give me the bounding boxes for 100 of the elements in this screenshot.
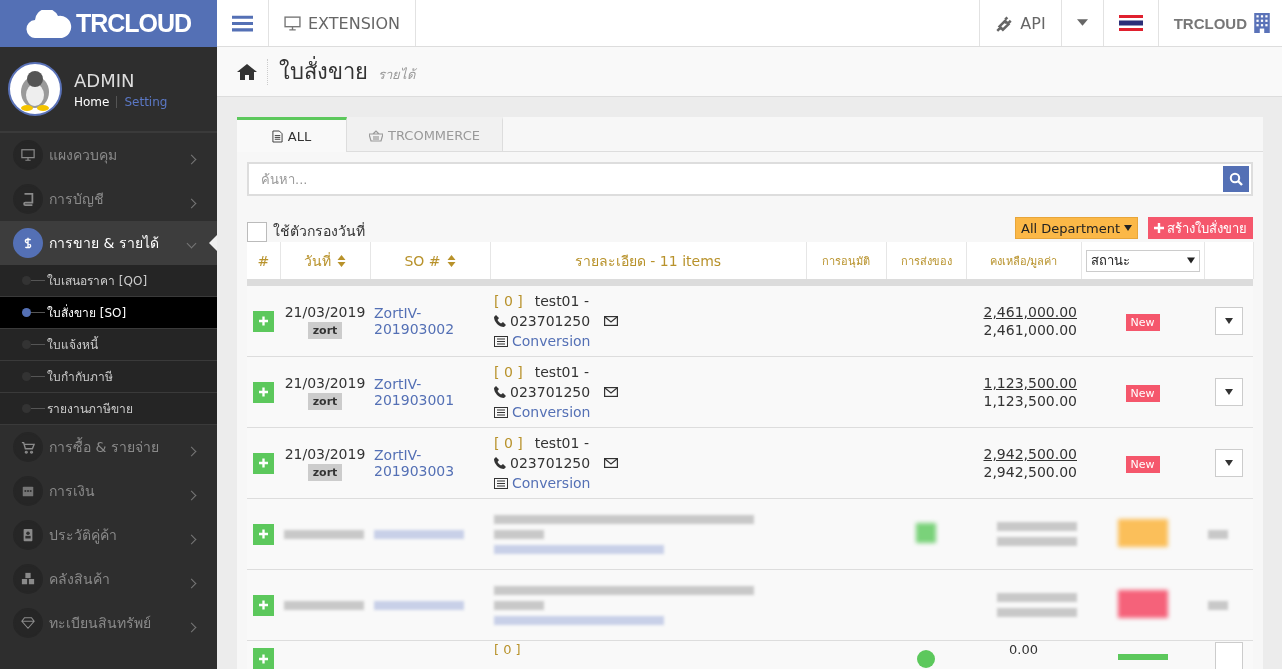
conversion-link[interactable]: Conversion bbox=[512, 404, 591, 420]
conversion-link[interactable]: Conversion bbox=[512, 475, 591, 491]
column-header: รายละเอียด - 11 items bbox=[574, 251, 722, 271]
sidebar-item[interactable]: การซื้อ & รายจ่าย bbox=[0, 425, 217, 469]
total-amount: 2,461,000.00 bbox=[982, 321, 1077, 339]
create-button[interactable]: สร้างใบสั่งขาย bbox=[1148, 217, 1253, 239]
mail-icon[interactable] bbox=[604, 316, 619, 326]
redacted-mark bbox=[1208, 529, 1228, 539]
expand-button[interactable] bbox=[253, 381, 274, 403]
home-icon[interactable] bbox=[237, 63, 257, 80]
conversion-link[interactable]: Conversion bbox=[512, 333, 591, 349]
customer-text: test01 - bbox=[534, 435, 589, 451]
building-icon bbox=[1254, 13, 1270, 33]
phone-text: 023701250 bbox=[510, 313, 591, 329]
code-text: [ 0 ] bbox=[494, 364, 523, 380]
expand-button[interactable] bbox=[253, 310, 274, 332]
flag-icon bbox=[1118, 15, 1143, 31]
column-header: การอนุมัติ bbox=[822, 253, 870, 270]
code-text: [ 0 ] bbox=[494, 642, 521, 657]
sidebar-item[interactable]: ประวัติคู่ค้า bbox=[0, 513, 217, 557]
extension-button[interactable]: EXTENSION bbox=[269, 0, 417, 46]
tag-label: zort bbox=[307, 463, 343, 481]
plus-icon bbox=[259, 529, 268, 539]
status-badge: New bbox=[1125, 456, 1160, 473]
order-link[interactable]: ZortIV-201903001 bbox=[374, 376, 474, 408]
sidebar-item[interactable]: การบัญชี bbox=[0, 177, 217, 221]
mail-icon[interactable] bbox=[604, 458, 619, 468]
monitor-icon bbox=[284, 15, 301, 31]
balance-amount: 1,123,500.00 bbox=[982, 374, 1077, 392]
sidebar-item[interactable]: การขาย & รายได้ bbox=[0, 221, 217, 265]
user-name: ADMIN bbox=[74, 69, 136, 91]
list-icon bbox=[494, 477, 508, 489]
api-button[interactable]: API bbox=[979, 0, 1061, 46]
redacted-text bbox=[494, 600, 544, 610]
order-link[interactable]: ZortIV-201903002 bbox=[374, 305, 474, 337]
status-filter[interactable]: สถานะ bbox=[1085, 249, 1200, 272]
sort-icon[interactable] bbox=[446, 254, 456, 267]
account-button[interactable]: TRCLOUD bbox=[1157, 0, 1282, 46]
cloud-icon bbox=[25, 9, 72, 38]
sidebar-item[interactable]: การเงิน bbox=[0, 469, 217, 513]
action-dropdown[interactable] bbox=[1214, 307, 1243, 335]
plus-icon bbox=[1154, 223, 1164, 233]
submenu-item[interactable]: รายงานภาษีขาย bbox=[0, 393, 217, 425]
tag-label: zort bbox=[307, 392, 343, 410]
sidebar-item[interactable]: ทะเบียนสินทรัพย์ bbox=[0, 601, 217, 645]
phone-text: 023701250 bbox=[510, 455, 591, 471]
plus-icon bbox=[259, 653, 268, 664]
code-text: [ 0 ] bbox=[494, 435, 523, 451]
column-header[interactable]: SO # bbox=[404, 252, 456, 269]
checkbox-label: ใช้ตัวกรองวันที่ bbox=[273, 221, 365, 241]
department-dropdown[interactable]: All Department bbox=[1015, 217, 1138, 239]
order-link[interactable]: ZortIV-201903003 bbox=[374, 447, 474, 479]
mail-icon[interactable] bbox=[604, 387, 619, 397]
submenu-item[interactable]: ใบแจ้งหนี้ bbox=[0, 329, 217, 361]
tab[interactable]: ALL bbox=[237, 117, 347, 152]
avatar-icon bbox=[8, 62, 62, 116]
brand-logo[interactable]: TRCLOUD bbox=[0, 0, 217, 47]
action-dropdown[interactable] bbox=[1214, 449, 1243, 477]
sidebar-item[interactable]: คลังสินค้า bbox=[0, 557, 217, 601]
caret-icon bbox=[1186, 257, 1195, 264]
plus-icon bbox=[259, 316, 268, 326]
cubes-icon bbox=[13, 564, 43, 594]
redacted-mark bbox=[1208, 600, 1228, 610]
expand-button[interactable] bbox=[253, 648, 274, 669]
date-text: 21/03/2019 bbox=[284, 374, 366, 391]
expand-button[interactable] bbox=[253, 594, 274, 616]
phone-icon bbox=[494, 315, 506, 327]
tab[interactable]: TRCOMMERCE bbox=[347, 117, 503, 151]
column-header: การส่งของ bbox=[900, 253, 952, 270]
page-title: ใบสั่งขาย bbox=[279, 54, 368, 89]
checkbox[interactable] bbox=[247, 222, 267, 242]
menu-icon bbox=[232, 14, 253, 32]
column-header: คงเหลือ/มูลค่า bbox=[989, 253, 1058, 270]
sidebar-item[interactable]: แผงควบคุม bbox=[0, 133, 217, 177]
status-badge bbox=[1117, 654, 1168, 660]
plus-icon bbox=[259, 387, 268, 397]
code-text: [ 0 ] bbox=[494, 293, 523, 309]
plug-icon bbox=[995, 14, 1014, 32]
home-link[interactable]: Home bbox=[74, 94, 110, 109]
balance-amount: 2,942,500.00 bbox=[982, 445, 1077, 463]
submenu-item[interactable]: ใบสั่งขาย [SO] bbox=[0, 297, 217, 329]
plus-icon bbox=[259, 600, 268, 610]
caret-icon bbox=[1224, 318, 1233, 324]
cart-icon bbox=[13, 432, 43, 462]
search-button[interactable] bbox=[1223, 166, 1249, 192]
customer-text: test01 - bbox=[534, 364, 589, 380]
submenu-item[interactable]: ใบกำกับภาษี bbox=[0, 361, 217, 393]
contact-icon bbox=[13, 520, 43, 550]
sort-icon[interactable] bbox=[337, 254, 346, 267]
monitor-icon bbox=[13, 140, 43, 170]
submenu-item[interactable]: ใบเสนอราคา [QO] bbox=[0, 265, 217, 297]
expand-button[interactable] bbox=[253, 452, 274, 474]
setting-link[interactable]: Setting bbox=[124, 94, 168, 109]
expand-button[interactable] bbox=[253, 523, 274, 545]
page-subtitle: รายได้ bbox=[378, 66, 415, 84]
action-dropdown[interactable] bbox=[1214, 378, 1243, 406]
search-field[interactable]: ค้นหา... bbox=[247, 162, 1253, 196]
status-badge: New bbox=[1125, 314, 1160, 331]
phone-icon bbox=[494, 386, 506, 398]
total-amount: 1,123,500.00 bbox=[982, 392, 1077, 410]
